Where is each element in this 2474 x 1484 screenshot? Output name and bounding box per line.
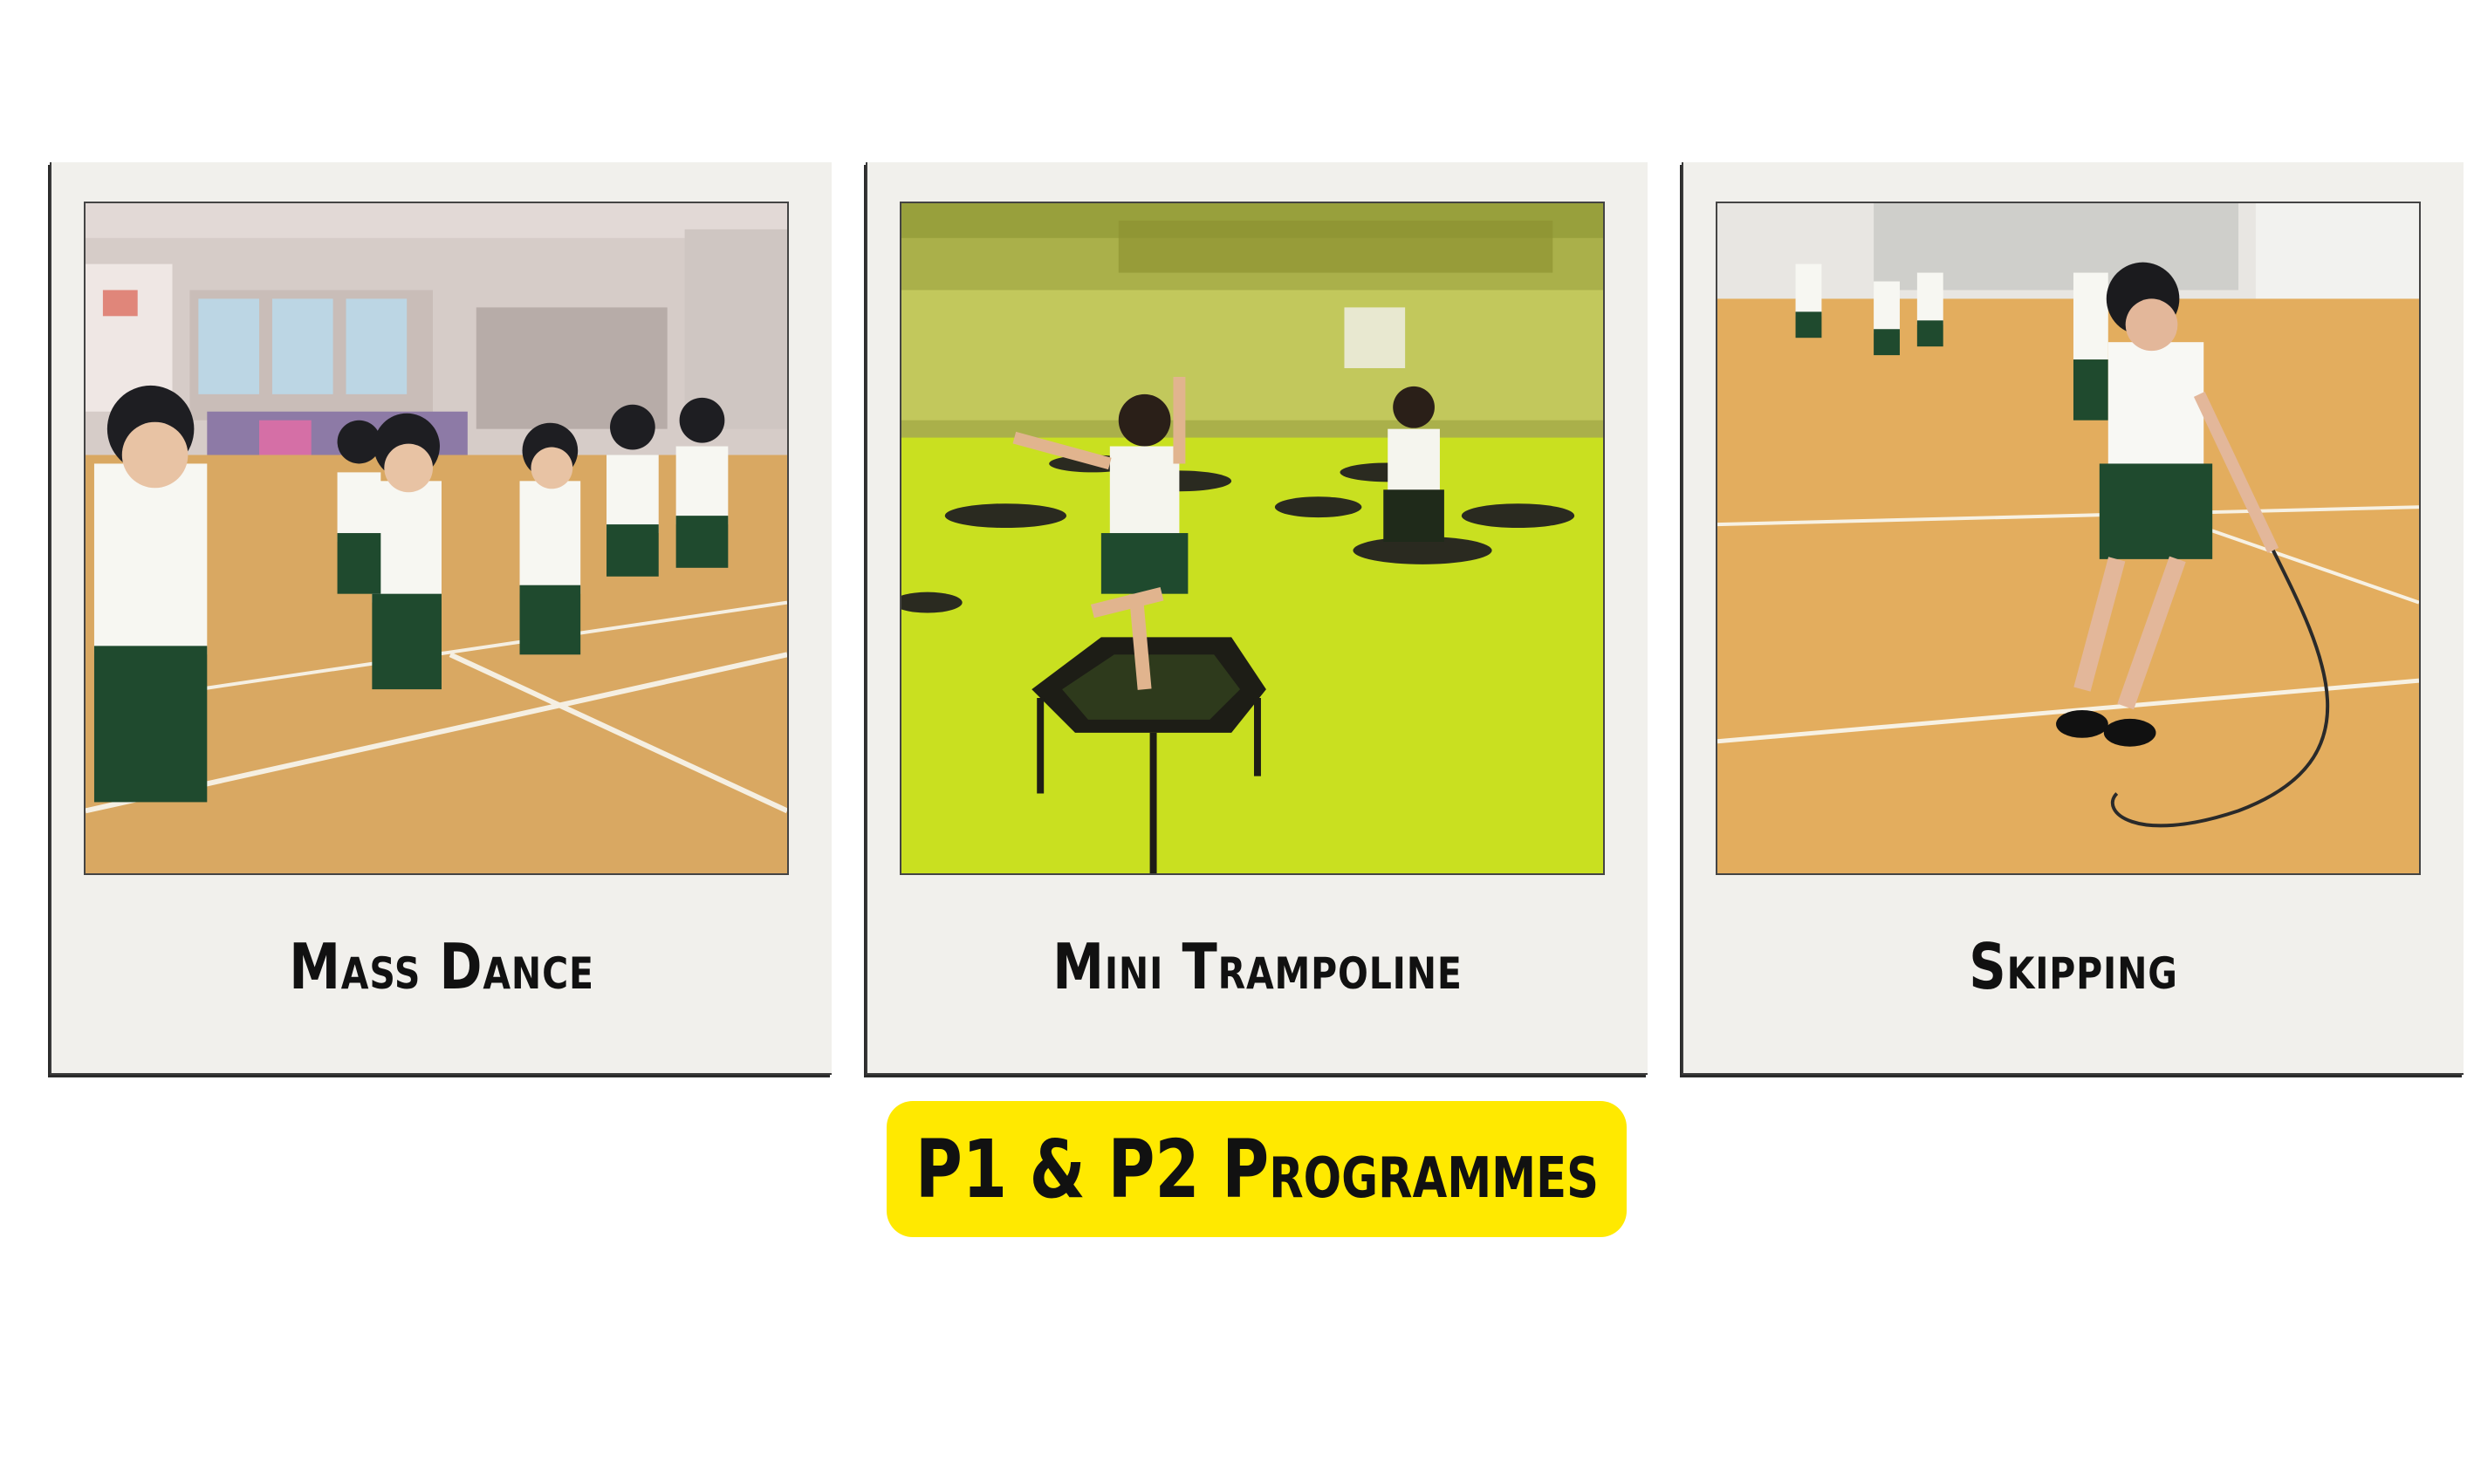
mass-dance-photo (84, 202, 789, 875)
photo-card-mini-trampoline: Mini Trampoline (866, 162, 1648, 1075)
banner-title: P1 & P2 Programmes (915, 1122, 1599, 1216)
programmes-banner: P1 & P2 Programmes (887, 1101, 1627, 1237)
photo-card-mass-dance: Mass Dance (50, 162, 832, 1075)
card-caption: Skipping (1969, 930, 2178, 1003)
card-caption: Mass Dance (289, 930, 594, 1003)
mini-trampoline-photo (900, 202, 1605, 875)
skipping-photo (1716, 202, 2421, 875)
students-skipping-image (1717, 203, 2419, 873)
students-dancing-image (86, 203, 787, 873)
card-caption: Mini Trampoline (1052, 930, 1463, 1003)
students-trampoline-image (901, 203, 1603, 873)
photo-card-skipping: Skipping (1682, 162, 2464, 1075)
